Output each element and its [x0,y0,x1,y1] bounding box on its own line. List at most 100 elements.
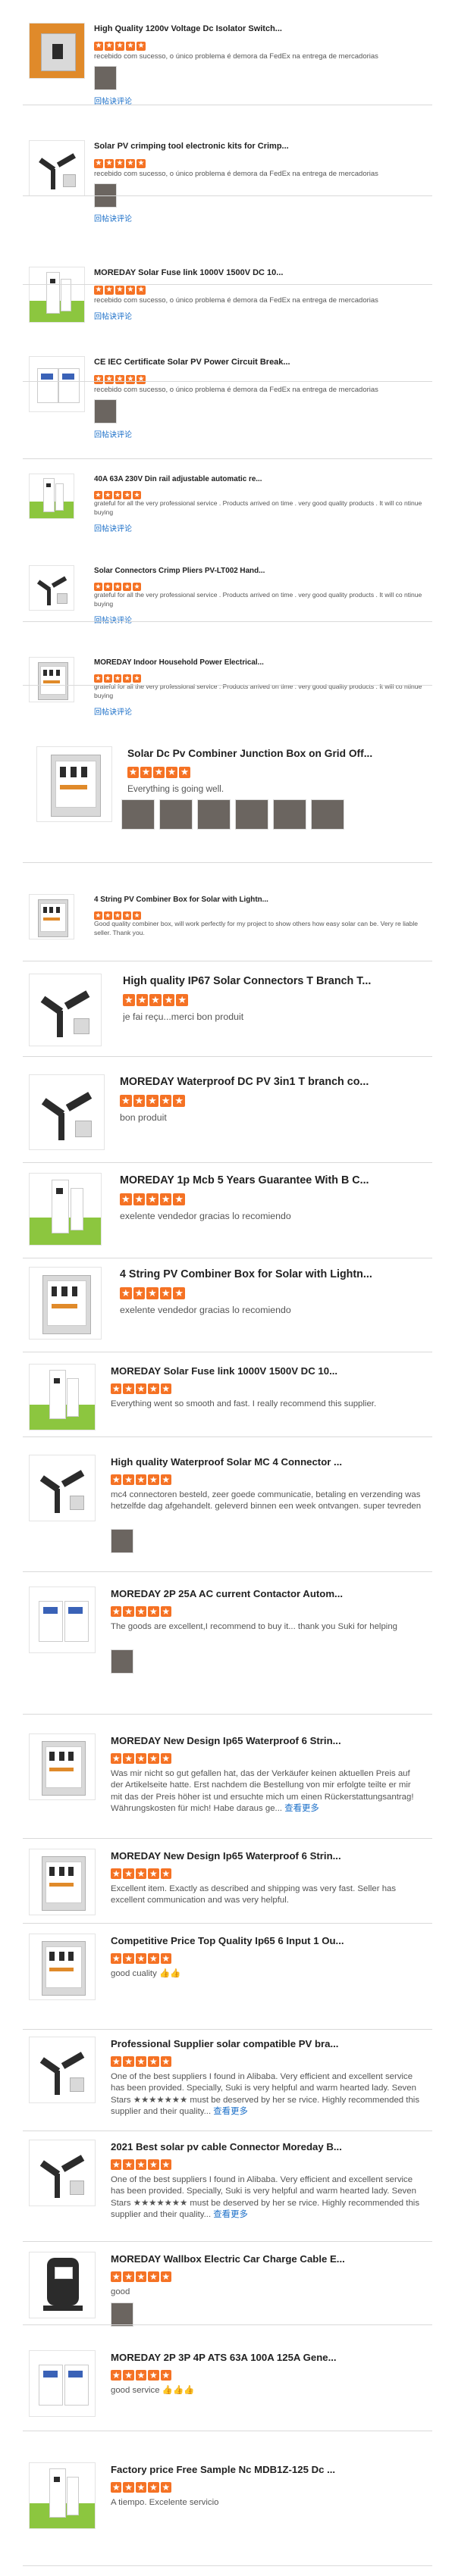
thumb-shape [58,1751,64,1762]
product-title-link[interactable]: Professional Supplier solar compatible P… [111,2038,425,2049]
product-title-link[interactable]: Factory price Free Sample Nc MDB1Z-125 D… [111,2464,425,2475]
star-icon: ★ [148,2370,159,2381]
combiner-box-icon[interactable] [29,1733,96,1800]
product-title-link[interactable]: 4 String PV Combiner Box for Solar with … [120,1268,425,1280]
cable-connector-icon[interactable] [29,2140,96,2206]
star-icon: ★ [94,583,102,591]
product-title-link[interactable]: MOREDAY 2P 25A AC current Contactor Auto… [111,1588,425,1599]
combiner-box-icon[interactable] [36,746,112,822]
star-icon: ★ [123,1753,134,1765]
translate-link[interactable]: 回帖诀评论 [94,705,132,717]
review-item: CE IEC Certificate Solar PV Power Circui… [0,288,455,439]
review-comment-text: exelente vendedor gracias lo recomiendo [120,1305,291,1316]
fuse-link-icon[interactable] [29,1364,96,1430]
star-icon: ★ [148,1383,159,1395]
review-item: Competitive Price Top Quality Ip65 6 Inp… [0,1924,455,2030]
review-comment: Everything is going well. [127,783,425,795]
review-photo[interactable] [273,799,306,830]
star-icon: ★ [120,1193,132,1205]
thumb-shape [68,1607,83,1615]
star-icon: ★ [153,767,165,778]
review-photos [111,1529,138,1557]
star-icon: ★ [135,2271,147,2283]
thumb-shape [49,1768,74,1772]
view-more-link[interactable]: 查看更多 [282,1804,319,1813]
product-title-link[interactable]: MOREDAY Solar Fuse link 1000V 1500V DC 1… [111,1365,425,1377]
thumb-shape [43,906,47,913]
star-rating: ★ ★ ★ ★ ★ [123,993,190,1007]
combiner-box-icon[interactable] [29,1267,102,1340]
review-photo[interactable] [111,2302,133,2327]
product-title-link[interactable]: High quality IP67 Solar Connectors T Bra… [123,975,425,987]
review-photo[interactable] [235,799,268,830]
star-icon: ★ [179,767,190,778]
wallbox-icon[interactable] [29,2252,96,2318]
star-icon: ★ [111,1753,122,1765]
view-more-link[interactable]: 查看更多 [211,2107,248,2116]
product-title-link[interactable]: Solar PV crimping tool electronic kits f… [94,142,425,151]
isolator-switch-icon[interactable] [29,23,85,79]
product-title-link[interactable]: Competitive Price Top Quality Ip65 6 Inp… [111,1935,425,1946]
product-title-link[interactable]: Solar Dc Pv Combiner Junction Box on Gri… [127,748,425,759]
combiner-box-icon[interactable] [29,1849,96,1915]
star-icon: ★ [135,1868,147,1880]
thumb-shape [43,669,47,676]
star-icon: ★ [135,2159,147,2171]
contactor-icon[interactable] [29,1587,96,1653]
review-photos [111,1649,138,1677]
product-title-link[interactable]: Solar Connectors Crimp Pliers PV-LT002 H… [94,567,425,575]
divider [23,1714,432,1715]
review-photo[interactable] [121,799,155,830]
product-title-link[interactable]: MOREDAY New Design Ip65 Waterproof 6 Str… [111,1850,425,1862]
star-icon: ★ [103,674,112,683]
review-comment-text: mc4 connectoren besteld, zeer goede comm… [111,1490,422,1512]
review-item: MOREDAY Wallbox Electric Car Charge Cabl… [0,2243,455,2327]
dc-breaker-icon[interactable] [29,2462,96,2529]
review-item: Professional Supplier solar compatible P… [0,2027,455,2132]
product-title-link[interactable]: MOREDAY 2P 3P 4P ATS 63A 100A 125A Gene.… [111,2352,425,2363]
review-photo[interactable] [111,1529,133,1554]
review-photo[interactable] [197,799,231,830]
translate-link[interactable]: 回帖诀评论 [94,522,132,533]
t-branch-icon[interactable] [29,974,102,1046]
branch-connector-icon[interactable] [29,1074,105,1150]
product-title-link[interactable]: High quality Waterproof Solar MC 4 Conne… [111,1456,425,1468]
star-icon: ★ [166,767,177,778]
star-icon: ★ [94,911,102,920]
review-photo[interactable] [94,66,117,90]
product-title-link[interactable]: MOREDAY New Design Ip65 Waterproof 6 Str… [111,1735,425,1746]
product-title-link[interactable]: MOREDAY Wallbox Electric Car Charge Cabl… [111,2253,425,2265]
product-title-link[interactable]: CE IEC Certificate Solar PV Power Circui… [94,358,425,367]
power-box-icon[interactable] [29,657,74,702]
combiner-box-icon[interactable] [29,894,74,939]
din-rail-icon[interactable] [29,474,74,519]
review-photo[interactable] [159,799,193,830]
thumb-shape [49,278,56,283]
review-photo[interactable] [311,799,344,830]
review-photo[interactable] [111,1649,133,1674]
review-comment: good [111,2287,425,2299]
enclosure-icon[interactable] [29,1934,96,2000]
product-title-link[interactable]: High Quality 1200v Voltage Dc Isolator S… [94,24,425,33]
view-more-link[interactable]: 查看更多 [211,2210,248,2219]
review-comment: recebido com sucesso, o único problema é… [94,52,425,61]
product-title-link[interactable]: 2021 Best solar pv cable Connector Mored… [111,2141,425,2152]
crimping-tool-icon[interactable] [29,140,85,196]
product-title-link[interactable]: MOREDAY Waterproof DC PV 3in1 T branch c… [120,1076,425,1088]
review-item: MOREDAY 2P 25A AC current Contactor Auto… [0,1577,455,1715]
mcb-icon[interactable] [29,1173,102,1246]
product-title-link[interactable]: MOREDAY 1p Mcb 5 Years Guarantee With B … [120,1174,425,1186]
product-title-link[interactable]: MOREDAY Indoor Household Power Electrica… [94,658,425,667]
mc4-connector-icon[interactable] [29,1455,96,1521]
thumb-shape [53,2476,61,2482]
product-title-link[interactable]: MOREDAY Solar Fuse link 1000V 1500V DC 1… [94,268,425,277]
thumb-shape [67,1377,80,1417]
review-comment: Good quality combiner box, will work per… [94,920,425,937]
review-comment-text: recebido com sucesso, o único problema é… [94,52,378,61]
product-title-link[interactable]: 4 String PV Combiner Box for Solar with … [94,896,425,904]
connector-set-icon[interactable] [29,2037,96,2103]
ats-icon[interactable] [29,2350,96,2417]
star-icon: ★ [123,1868,134,1880]
product-title-link[interactable]: 40A 63A 230V Din rail adjustable automat… [94,475,425,483]
crimp-pliers-icon[interactable] [29,565,74,611]
